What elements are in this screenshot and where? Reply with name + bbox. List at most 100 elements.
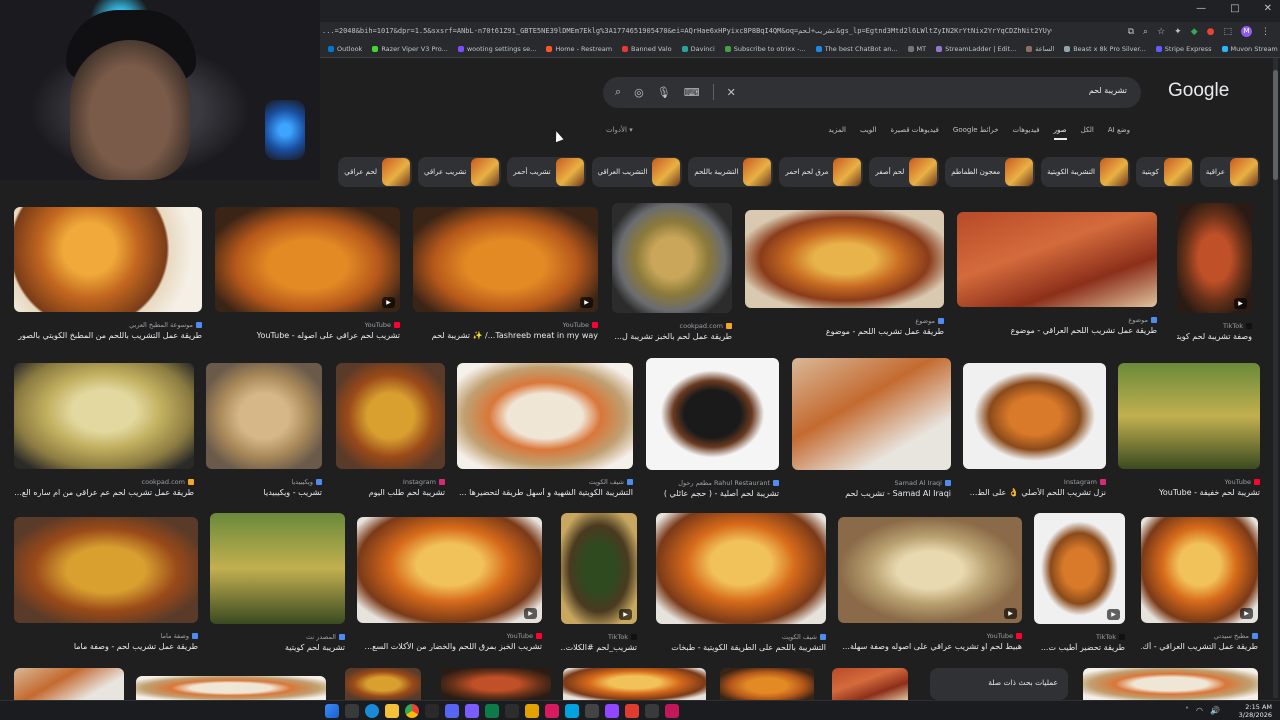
result-image[interactable]: ▶	[1034, 513, 1125, 624]
wifi-icon[interactable]: ◠	[1196, 706, 1203, 715]
result-source[interactable]: موسوعة المطبخ العربي	[14, 321, 202, 329]
keyboard-icon[interactable]: ⌨	[684, 86, 700, 99]
volume-icon[interactable]: 🔊	[1210, 706, 1220, 715]
tab-5[interactable]: فيديوهات قصيرة	[890, 126, 938, 140]
app-icon[interactable]	[505, 704, 519, 718]
result-title[interactable]: طريقة تحضير أطيب ت...	[1034, 643, 1125, 652]
result-title[interactable]: طريقة عمل تشريب لحم عم عراقي من ام ساره …	[14, 488, 194, 497]
url-field[interactable]: ...=2048&bih=1017&dpr=1.5&sxsrf=ANbL-n70…	[322, 27, 1052, 35]
result-title[interactable]: تشريب الخبز بمرق اللحم والخضار من الأكلا…	[357, 642, 542, 651]
result-source[interactable]: YouTube	[413, 321, 598, 329]
terminal-icon[interactable]	[425, 704, 439, 718]
result-source[interactable]: ويكيبيديا	[206, 478, 322, 486]
bookmark-item[interactable]: Home - Restream	[546, 45, 612, 53]
result-source[interactable]: مطبخ سيدتي	[1141, 632, 1258, 640]
result-image[interactable]	[345, 668, 421, 700]
result-image[interactable]: ▶	[838, 517, 1022, 623]
result-source[interactable]: موضوع	[957, 316, 1157, 324]
tools-button[interactable]: الأدوات ▾	[606, 126, 633, 134]
translate-icon[interactable]: ⧉	[1128, 27, 1134, 37]
app-icon[interactable]	[665, 704, 679, 718]
result-image[interactable]	[1118, 363, 1260, 469]
result-title[interactable]: هبيط لحم او تشريب عراقي على اصوله وصفة س…	[838, 642, 1022, 651]
result-image[interactable]	[832, 668, 908, 700]
refinement-chip[interactable]: عراقية	[1199, 157, 1260, 187]
result-title[interactable]: Samad Al Iraqi - تشريب لحم	[792, 489, 951, 498]
extensions-puzzle-icon[interactable]: ⬚	[1223, 27, 1232, 37]
bookmark-item[interactable]: Subscribe to otrixx -...	[724, 45, 806, 53]
result-image[interactable]	[720, 668, 814, 700]
folder-icon[interactable]	[385, 704, 399, 718]
close-button[interactable]: ✕	[1264, 3, 1272, 14]
result-title[interactable]: التشريبة الكويتية الشهية و أسهل طريقة لت…	[457, 488, 633, 497]
bookmark-item[interactable]: Muvon Stream - Wa...	[1221, 45, 1280, 53]
app-icon[interactable]	[625, 704, 639, 718]
refinement-chip[interactable]: التشريبة باللحم	[688, 157, 774, 187]
result-image[interactable]	[792, 358, 951, 470]
result-image[interactable]	[206, 363, 322, 469]
result-source[interactable]: شيف الكويت	[457, 478, 633, 486]
bookmark-item[interactable]: Stripe Express	[1155, 45, 1212, 53]
result-image[interactable]	[646, 358, 779, 470]
app-icon[interactable]	[605, 704, 619, 718]
result-source[interactable]: TikTok	[561, 633, 637, 641]
result-image[interactable]	[457, 363, 633, 469]
tab-0[interactable]: وضع AI	[1108, 126, 1130, 140]
bookmark-item[interactable]: Beast x 8k Pro Silver...	[1064, 45, 1146, 53]
result-title[interactable]: التشريبة باللحم على الطريقة الكويتية - ط…	[656, 643, 826, 652]
result-title[interactable]: تشريبة لحم أصلية - ( حجم عائلي )	[646, 489, 779, 498]
result-title[interactable]: طريقة عمل لحم بالخبز تشريبة ل...	[612, 332, 732, 341]
result-image[interactable]	[441, 668, 551, 700]
result-source[interactable]: Samad Al Iraqi	[792, 479, 951, 487]
result-source[interactable]: موضوع	[745, 317, 944, 325]
result-title[interactable]: تشريب - ويكيبيديا	[206, 488, 322, 497]
result-source[interactable]: YouTube	[838, 632, 1022, 640]
result-source[interactable]: وصفة ماما	[14, 632, 198, 640]
result-title[interactable]: Tashreeb meat in my way.../ ✨ تشريبة لحم	[413, 331, 598, 340]
minimize-button[interactable]: —	[1196, 3, 1206, 14]
result-title[interactable]: طريقة عمل التشريب باللحم من المطبخ الكوي…	[14, 331, 202, 340]
result-title[interactable]: طريقة عمل التشريب العراقي - أك...	[1141, 642, 1258, 651]
extension-icon-2[interactable]: ●	[1207, 27, 1215, 37]
result-title[interactable]: طريقة عمل تشريب اللحم العراقي - موضوع	[957, 326, 1157, 335]
app-icon[interactable]	[585, 704, 599, 718]
lens-icon[interactable]: ◎	[634, 86, 644, 99]
chrome-icon[interactable]	[405, 704, 419, 718]
result-image[interactable]	[136, 676, 326, 700]
search-box[interactable]: ⌕ ◎ 🎙 ⌨ ✕ تشريبة لحم	[603, 77, 1141, 108]
result-image[interactable]: ▶	[1177, 203, 1252, 313]
tab-6[interactable]: الويب	[860, 126, 877, 140]
search-query[interactable]: تشريبة لحم	[1089, 86, 1127, 95]
search-icon[interactable]: ⌕	[615, 85, 621, 99]
bookmark-item[interactable]: Davinci	[681, 45, 715, 53]
result-source[interactable]: YouTube	[215, 321, 400, 329]
shield-icon[interactable]: ◆	[1191, 27, 1198, 37]
result-image[interactable]	[656, 513, 826, 624]
bookmark-item[interactable]: Banned Valo	[622, 45, 672, 53]
result-source[interactable]: cookpad.com	[14, 478, 194, 486]
bookmark-item[interactable]: The best ChatBot an...	[815, 45, 898, 53]
result-source[interactable]: Rahul Restaurant مطعم رحول	[646, 479, 779, 487]
result-source[interactable]: Instagram	[336, 478, 445, 486]
result-title[interactable]: تشريب لحم عراقي على اصوله - YouTube	[215, 331, 400, 340]
result-image[interactable]	[745, 210, 944, 308]
result-image[interactable]: ▶	[413, 207, 598, 312]
bookmark-item[interactable]: StreamLadder | Edit...	[936, 45, 1016, 53]
app-icon[interactable]	[445, 704, 459, 718]
result-image[interactable]	[14, 517, 198, 623]
clock[interactable]: 2:15 AM 3/28/2026	[1239, 703, 1272, 719]
bookmark-item[interactable]: الساعة	[1026, 45, 1054, 53]
result-source[interactable]: YouTube	[357, 632, 542, 640]
result-title[interactable]: تشريب_لحم #الكلات...	[561, 643, 637, 652]
result-source[interactable]: المصدر نت	[210, 633, 345, 641]
windows-start-icon[interactable]	[325, 704, 339, 718]
result-image[interactable]	[14, 668, 124, 700]
result-title[interactable]: تشريبة لحم خفيفة - YouTube	[1118, 488, 1260, 497]
refinement-chip[interactable]: مرق لحم احمر	[779, 157, 864, 187]
edge-icon[interactable]	[365, 704, 379, 718]
app-icon[interactable]	[645, 704, 659, 718]
tab-2[interactable]: صور	[1053, 126, 1067, 140]
bookmark-item[interactable]: wooting settings se...	[457, 45, 536, 53]
result-image[interactable]	[210, 513, 345, 624]
microphone-icon[interactable]: 🎙	[657, 86, 671, 99]
